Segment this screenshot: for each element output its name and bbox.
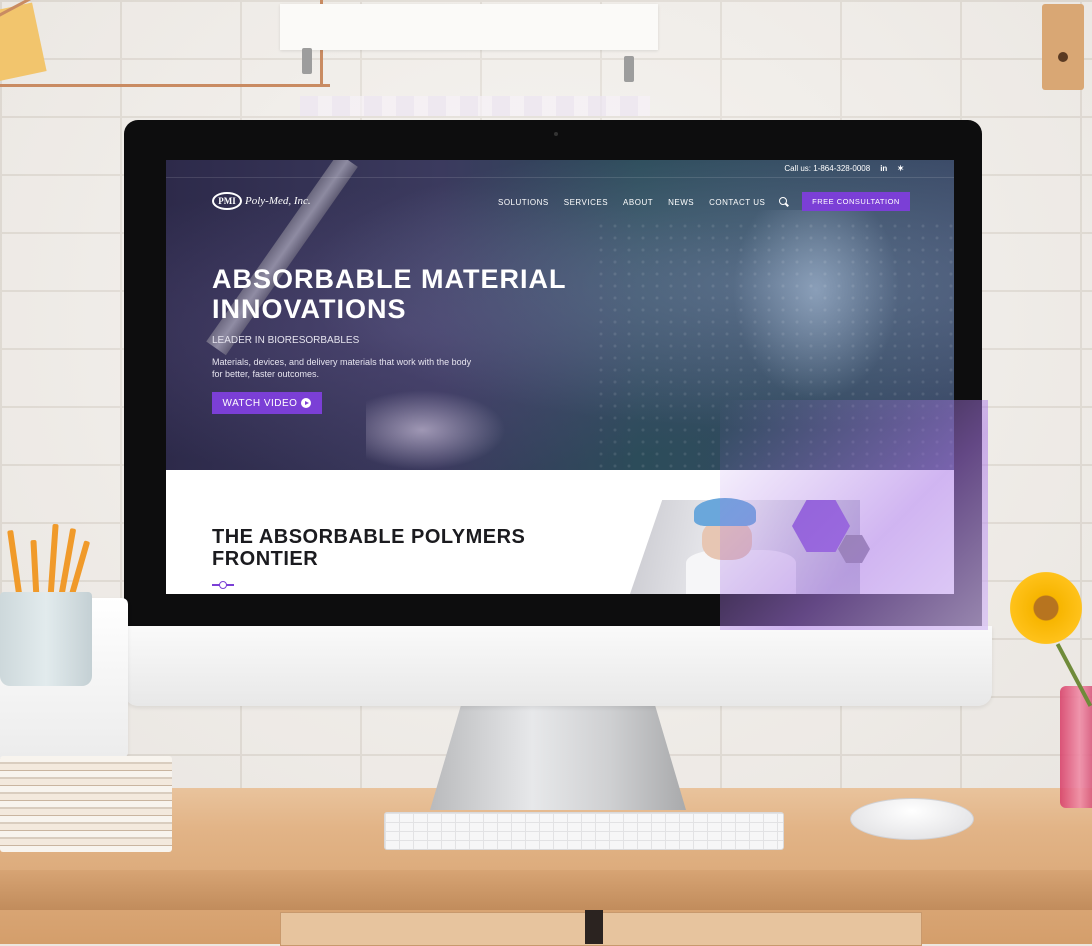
hero-title: ABSORBABLE MATERIAL INNOVATIONS — [212, 264, 566, 324]
watch-video-button[interactable]: WATCH VIDEO — [212, 392, 322, 414]
twitter-icon[interactable]: ✶ — [897, 164, 904, 173]
worker-face-image — [702, 520, 752, 560]
hero-description: Materials, devices, and delivery materia… — [212, 357, 472, 379]
stacked-notebooks — [0, 756, 172, 852]
logo-mark: PMI — [212, 192, 242, 210]
hair-net-image — [694, 498, 756, 526]
utility-bar: Call us: 1-864-328-0008 in ✶ — [166, 160, 954, 178]
linkedin-icon[interactable]: in — [880, 164, 887, 173]
play-circle-icon — [301, 398, 312, 408]
watch-video-label: WATCH VIDEO — [222, 397, 298, 409]
hero-kicker: LEADER IN BIORESORBABLES — [212, 335, 360, 346]
nav-item-about[interactable]: ABOUT — [623, 198, 653, 207]
hero-banner: Call us: 1-864-328-0008 in ✶ PMI Poly-Me… — [166, 160, 954, 470]
yellow-flower — [1004, 566, 1088, 650]
logo-wordmark: Poly-Med, Inc. — [245, 195, 311, 207]
binder-clip — [624, 56, 634, 82]
site-logo[interactable]: PMI Poly-Med, Inc. — [212, 192, 311, 210]
camera-icon — [554, 132, 558, 136]
nav-item-solutions[interactable]: SOLUTIONS — [498, 198, 549, 207]
pencil-cup — [0, 592, 92, 686]
binder-clip — [302, 48, 312, 74]
imac-stand — [430, 706, 686, 810]
nav-item-contact[interactable]: CONTACT US — [709, 198, 765, 207]
free-consultation-button[interactable]: FREE CONSULTATION — [802, 192, 910, 211]
drawer-gap — [585, 910, 603, 944]
hexagon-pattern — [594, 220, 954, 470]
section-divider — [212, 581, 234, 589]
magic-mouse — [850, 798, 974, 840]
hanging-paper — [280, 4, 658, 50]
search-icon[interactable] — [779, 197, 787, 205]
imac-chin — [124, 626, 992, 706]
section-title: THE ABSORBABLE POLYMERS FRONTIER — [212, 526, 526, 570]
wooden-wall-hook — [1042, 4, 1084, 90]
phone-number[interactable]: Call us: 1-864-328-0008 — [784, 164, 870, 173]
gloved-hand-image — [366, 390, 506, 470]
nav-links: SOLUTIONS SERVICES ABOUT NEWS CONTACT US — [498, 198, 765, 207]
color-swatch-strip — [300, 96, 650, 116]
website-screen: Call us: 1-864-328-0008 in ✶ PMI Poly-Me… — [166, 160, 954, 594]
keyboard — [384, 812, 784, 850]
nav-item-services[interactable]: SERVICES — [564, 198, 608, 207]
desk-edge — [0, 870, 1092, 910]
nav-item-news[interactable]: NEWS — [668, 198, 694, 207]
main-navigation: PMI Poly-Med, Inc. SOLUTIONS SERVICES AB… — [166, 190, 954, 216]
